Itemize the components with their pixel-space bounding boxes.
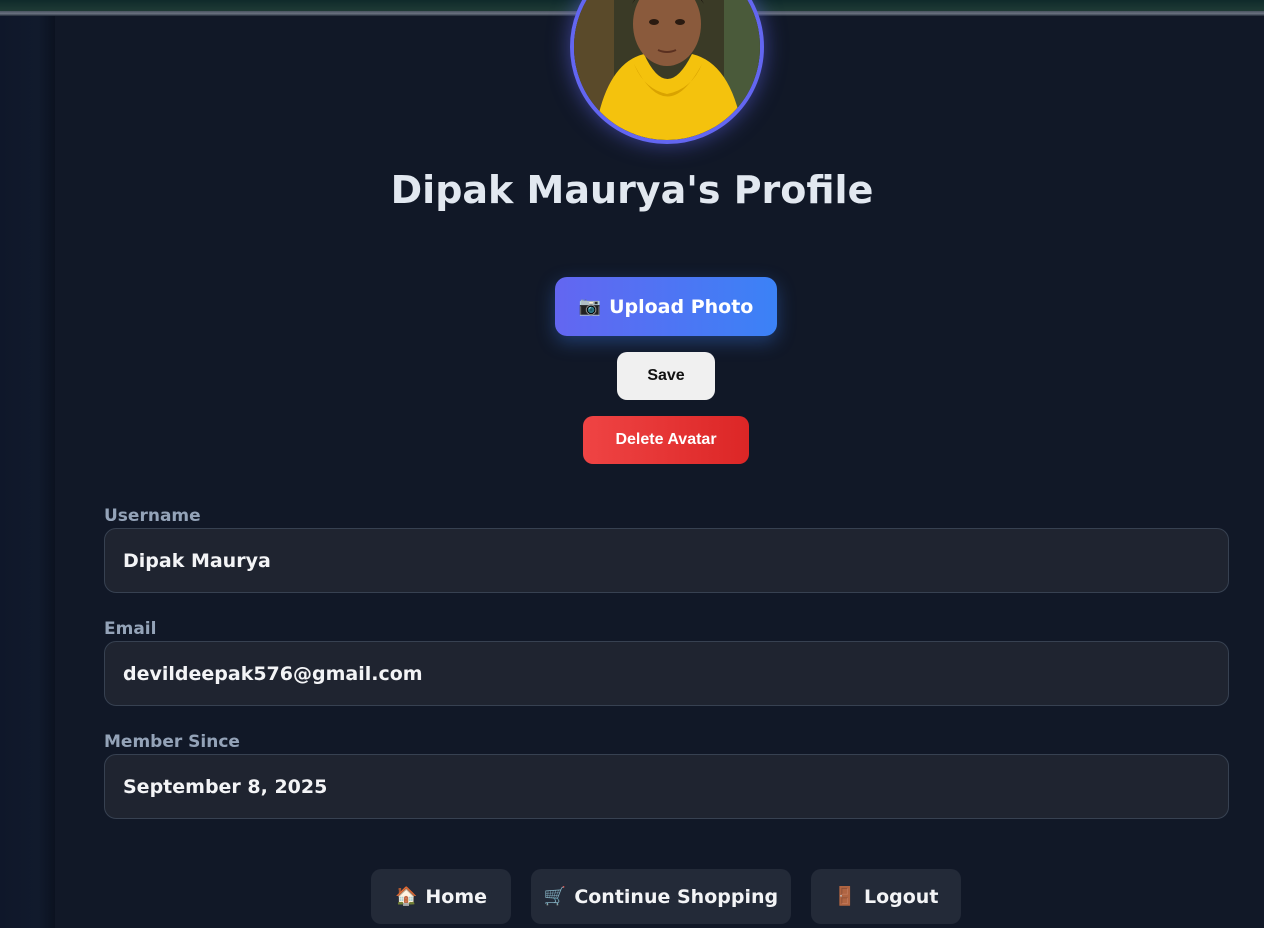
left-sidebar-strip [0,16,56,928]
username-label: Username [104,506,201,526]
camera-icon: 📷 [578,296,602,317]
continue-shopping-button[interactable]: 🛒 Continue Shopping [531,869,791,924]
delete-avatar-button[interactable]: Delete Avatar [583,416,749,464]
page-title: Dipak Maurya's Profile [390,168,874,212]
member-since-label: Member Since [104,732,240,752]
continue-shopping-label: Continue Shopping [574,885,779,908]
email-field[interactable]: devildeepak576@gmail.com [104,641,1229,706]
cart-icon: 🛒 [543,886,567,907]
upload-photo-button[interactable]: 📷 Upload Photo [555,277,777,336]
home-button[interactable]: 🏠 Home [371,869,511,924]
logout-button[interactable]: 🚪 Logout [811,869,961,924]
username-field[interactable]: Dipak Maurya [104,528,1229,593]
email-label: Email [104,619,157,639]
upload-photo-label: Upload Photo [609,295,754,318]
home-icon: 🏠 [394,886,418,907]
save-button[interactable]: Save [617,352,715,400]
logout-label: Logout [863,885,939,908]
home-label: Home [425,885,488,908]
member-since-field[interactable]: September 8, 2025 [104,754,1229,819]
door-icon: 🚪 [833,886,856,907]
